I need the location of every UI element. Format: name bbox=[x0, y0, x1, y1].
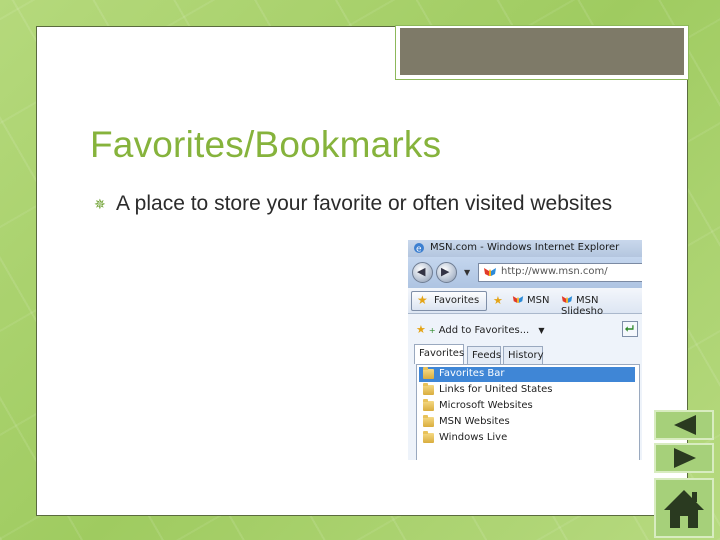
folder-label: Favorites Bar bbox=[439, 368, 505, 379]
folder-icon bbox=[423, 399, 434, 411]
forward-button[interactable]: ▶ bbox=[436, 262, 457, 283]
home-slide-button[interactable] bbox=[654, 478, 714, 538]
favorites-button[interactable]: ★ Favorites bbox=[411, 291, 487, 311]
triangle-left-icon bbox=[674, 415, 696, 435]
folder-label: Microsoft Websites bbox=[439, 400, 533, 411]
favorites-center-panel: ★ + Add to Favorites... ▼ ⮠ Favorites Fee… bbox=[408, 314, 642, 460]
folder-label: MSN Websites bbox=[439, 416, 510, 427]
folder-item[interactable]: Links for United States bbox=[419, 383, 635, 398]
address-bar[interactable]: http://www.msn.com/ bbox=[478, 263, 642, 282]
svg-text:e: e bbox=[416, 245, 422, 255]
bullet-item: ✵ A place to store your favorite or ofte… bbox=[94, 190, 614, 219]
pin-icon: ⮠ bbox=[625, 322, 634, 335]
folder-item[interactable]: Windows Live bbox=[419, 431, 635, 446]
tab-label: Feeds bbox=[472, 350, 502, 361]
folder-item[interactable]: Favorites Bar bbox=[419, 367, 635, 382]
address-url: http://www.msn.com/ bbox=[501, 266, 608, 277]
folder-icon bbox=[423, 367, 434, 379]
folder-label: Links for United States bbox=[439, 384, 553, 395]
tab-label: Favorites bbox=[419, 348, 465, 359]
tab-label: History bbox=[508, 350, 544, 361]
pin-favorites-center-button[interactable]: ⮠ bbox=[622, 321, 638, 337]
tab-favorites[interactable]: Favorites bbox=[414, 344, 464, 364]
msn-butterfly-icon bbox=[512, 296, 524, 303]
forward-arrow-icon: ▶ bbox=[441, 265, 450, 278]
folder-item[interactable]: Microsoft Websites bbox=[419, 399, 635, 414]
chevron-down-icon: ▼ bbox=[538, 326, 545, 335]
previous-slide-button[interactable] bbox=[654, 410, 714, 440]
back-arrow-icon: ◀ bbox=[417, 265, 426, 278]
next-slide-button[interactable] bbox=[654, 443, 714, 473]
folder-icon bbox=[423, 415, 434, 427]
ie-logo-icon: e bbox=[414, 243, 424, 255]
title-decoration-fill bbox=[400, 28, 684, 75]
star-icon: ★ bbox=[416, 323, 426, 336]
bullet-text: A place to store your favorite or often … bbox=[116, 192, 613, 215]
folder-icon bbox=[423, 431, 434, 443]
plus-icon: + bbox=[428, 326, 436, 335]
bullet-wifi-icon: ✵ bbox=[94, 196, 106, 212]
browser-navbar: ◀ ▶ ▼ http://www.msn.com/ bbox=[408, 257, 642, 288]
tab-feeds[interactable]: Feeds bbox=[467, 346, 501, 364]
history-dropdown-icon[interactable]: ▼ bbox=[464, 268, 470, 277]
browser-screenshot: e MSN.com - Windows Internet Explorer ◀ … bbox=[408, 240, 642, 460]
add-to-favorites-bar-icon[interactable]: ★ bbox=[493, 294, 503, 307]
triangle-right-icon bbox=[674, 448, 696, 468]
favbar-link-msn[interactable]: MSN bbox=[512, 294, 549, 306]
folder-icon bbox=[423, 383, 434, 395]
favorites-folder-list: Favorites Bar Links for United States Mi… bbox=[416, 364, 640, 460]
favorites-bar: ★ Favorites ★ MSN MSN Slidesho bbox=[408, 288, 642, 317]
slide-title: Favorites/Bookmarks bbox=[90, 124, 442, 165]
browser-window-title: MSN.com - Windows Internet Explorer bbox=[430, 242, 620, 253]
star-icon: ★ bbox=[417, 293, 428, 307]
folder-label: Windows Live bbox=[439, 432, 508, 443]
favorites-button-label: Favorites bbox=[434, 295, 480, 306]
add-to-favorites-label: Add to Favorites... bbox=[438, 325, 530, 336]
add-to-favorites-button[interactable]: ★ + Add to Favorites... ▼ bbox=[416, 323, 545, 336]
title-decoration-tab bbox=[395, 25, 689, 80]
tab-history[interactable]: History bbox=[503, 346, 544, 364]
favbar-link-label: MSN bbox=[527, 295, 550, 306]
back-button[interactable]: ◀ bbox=[412, 262, 433, 283]
msn-butterfly-icon bbox=[561, 296, 573, 303]
house-icon bbox=[664, 490, 704, 528]
msn-butterfly-icon bbox=[484, 268, 496, 276]
folder-item[interactable]: MSN Websites bbox=[419, 415, 635, 430]
browser-titlebar: e MSN.com - Windows Internet Explorer bbox=[408, 240, 642, 257]
